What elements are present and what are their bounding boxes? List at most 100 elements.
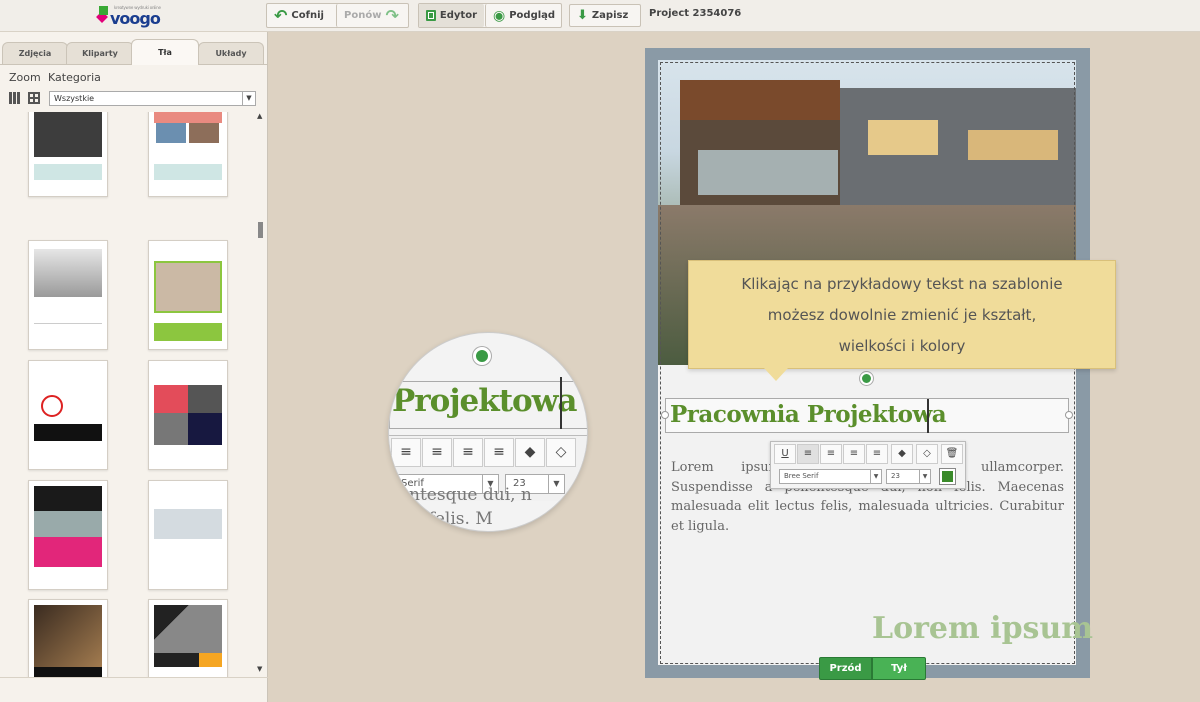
thumbnail-band	[154, 164, 222, 180]
background-thumbnail[interactable]	[28, 112, 108, 197]
thumbnail-line	[34, 323, 102, 324]
top-toolbar: kreatywne wydruki online voogo ↶ Cofnij …	[0, 0, 1200, 32]
magnified-body-line: is felis. M	[409, 509, 493, 529]
tab-label: Kliparty	[82, 49, 118, 58]
back-side-button[interactable]: Tył	[872, 657, 926, 680]
eye-icon: ◉	[493, 7, 506, 24]
footer-decorative-text[interactable]: Lorem ipsum	[872, 611, 1093, 646]
preview-label: Podgląd	[509, 10, 556, 21]
bring-forward-icon[interactable]: ◆	[891, 444, 913, 464]
thumbnail-image	[34, 249, 102, 297]
thumbnails-scrollbar[interactable]: ▲ ▼	[256, 112, 265, 677]
background-thumbnail[interactable]	[28, 480, 108, 590]
background-thumbnail[interactable]	[28, 240, 108, 350]
title-text[interactable]: Pracownia Projektowa	[670, 401, 947, 428]
background-thumbnail[interactable]	[148, 240, 228, 350]
thumbnail-image	[188, 385, 222, 413]
thumbnail-band	[34, 537, 102, 567]
rotate-handle-icon[interactable]	[860, 372, 873, 385]
logo-word: voogo	[110, 9, 161, 28]
body-text-end: ullamcorper.	[980, 460, 1064, 475]
magnified-text-caret	[560, 377, 562, 429]
scrollbar-thumb[interactable]	[258, 222, 263, 238]
thumbnail-image	[156, 123, 186, 143]
small-grid-icon[interactable]	[9, 92, 21, 104]
send-backward-icon[interactable]: ◇	[916, 444, 938, 464]
thumbnail-band	[154, 653, 199, 667]
font-select-value: Bree Serif	[784, 472, 819, 480]
tab-label: Tła	[158, 48, 172, 57]
download-arrow-icon: ⬇	[577, 8, 588, 23]
tab-kliparty[interactable]: Kliparty	[66, 42, 134, 64]
trash-icon[interactable]: 🗑	[941, 444, 963, 464]
background-thumbnails	[0, 112, 258, 677]
scroll-up-icon[interactable]: ▲	[257, 112, 262, 120]
align-center-icon[interactable]: ≡	[820, 444, 842, 464]
undo-button[interactable]: ↶ Cofnij	[267, 4, 335, 27]
text-color-picker[interactable]	[939, 468, 956, 485]
resize-handle[interactable]	[661, 411, 669, 419]
large-grid-icon[interactable]	[28, 92, 40, 104]
category-select[interactable]: Wszystkie ▼	[49, 91, 256, 106]
thumbnail-band	[154, 323, 222, 341]
redo-button[interactable]: Ponów ↷	[336, 4, 408, 27]
background-thumbnail[interactable]	[148, 480, 228, 590]
house-window	[868, 120, 938, 155]
sidebar: Zdjęcia Kliparty Układy Tła Zoom Kategor…	[0, 32, 268, 702]
bring-forward-icon: ◆	[515, 438, 545, 467]
thumbnail-block	[154, 385, 188, 413]
underline-button[interactable]: U	[774, 444, 796, 464]
background-thumbnail[interactable]	[148, 599, 228, 677]
save-button[interactable]: ⬇ Zapisz	[569, 4, 641, 27]
tooltip-line: Klikając na przykładowy tekst na szablon…	[741, 275, 1063, 293]
scroll-down-icon[interactable]: ▼	[257, 665, 262, 673]
text-caret	[927, 399, 929, 433]
background-thumbnail[interactable]	[148, 112, 228, 197]
thumbnail-image	[34, 605, 102, 667]
house-window	[968, 130, 1058, 160]
thumbnail-image	[154, 509, 222, 539]
tab-zdjecia[interactable]: Zdjęcia	[2, 42, 68, 64]
project-title: Project 2354076	[649, 8, 742, 19]
font-select[interactable]: Bree Serif ▼	[779, 469, 882, 484]
save-label: Zapisz	[591, 10, 629, 21]
thumbnail-circle	[41, 395, 63, 417]
align-right-icon: ≡	[453, 438, 483, 467]
background-thumbnail[interactable]	[148, 360, 228, 470]
text-format-toolbar: U ≡ ≡ ≡ ≡ ◆ ◇ 🗑 Bree Serif ▼ 23 ▼	[770, 441, 966, 489]
chevron-down-icon: ▼	[548, 475, 564, 493]
tooltip-line: wielkości i kolory	[838, 337, 966, 355]
resize-handle[interactable]	[1065, 411, 1073, 419]
undo-label: Cofnij	[291, 10, 324, 21]
voogo-logo[interactable]: kreatywne wydruki online voogo	[96, 2, 176, 28]
font-size-value: 23	[891, 472, 900, 480]
rotate-handle-icon	[473, 347, 491, 365]
body-text-start: Lorem ipsum	[671, 460, 781, 475]
align-right-icon[interactable]: ≡	[843, 444, 865, 464]
thumbnail-roof	[154, 112, 222, 123]
preview-button[interactable]: ◉ Podgląd	[485, 4, 561, 27]
tab-tla[interactable]: Tła	[131, 39, 199, 65]
thumbnail-image	[154, 605, 222, 653]
tab-uklady[interactable]: Układy	[198, 42, 264, 64]
thumbnail-image	[189, 123, 219, 143]
tooltip-pointer	[764, 368, 788, 381]
thumbnail-band	[199, 653, 222, 667]
zoom-link[interactable]: Zoom	[9, 71, 41, 84]
editor-label: Edytor	[439, 10, 477, 21]
hint-tooltip: Klikając na przykładowy tekst na szablon…	[688, 260, 1116, 369]
house-roof-wood	[680, 80, 840, 120]
category-link[interactable]: Kategoria	[48, 71, 101, 84]
align-justify-icon[interactable]: ≡	[866, 444, 888, 464]
thumbnail-band	[34, 164, 102, 180]
thumbnail-band	[34, 486, 102, 511]
font-size-select[interactable]: 23 ▼	[886, 469, 931, 484]
background-thumbnail[interactable]	[28, 599, 108, 677]
thumbnail-image	[154, 261, 222, 313]
editor-button[interactable]: Edytor	[419, 4, 484, 27]
align-left-icon[interactable]: ≡	[797, 444, 819, 464]
background-thumbnail[interactable]	[28, 360, 108, 470]
category-select-value: Wszystkie	[54, 94, 95, 103]
front-side-button[interactable]: Przód	[819, 657, 872, 680]
undo-arrow-icon: ↶	[274, 5, 288, 25]
